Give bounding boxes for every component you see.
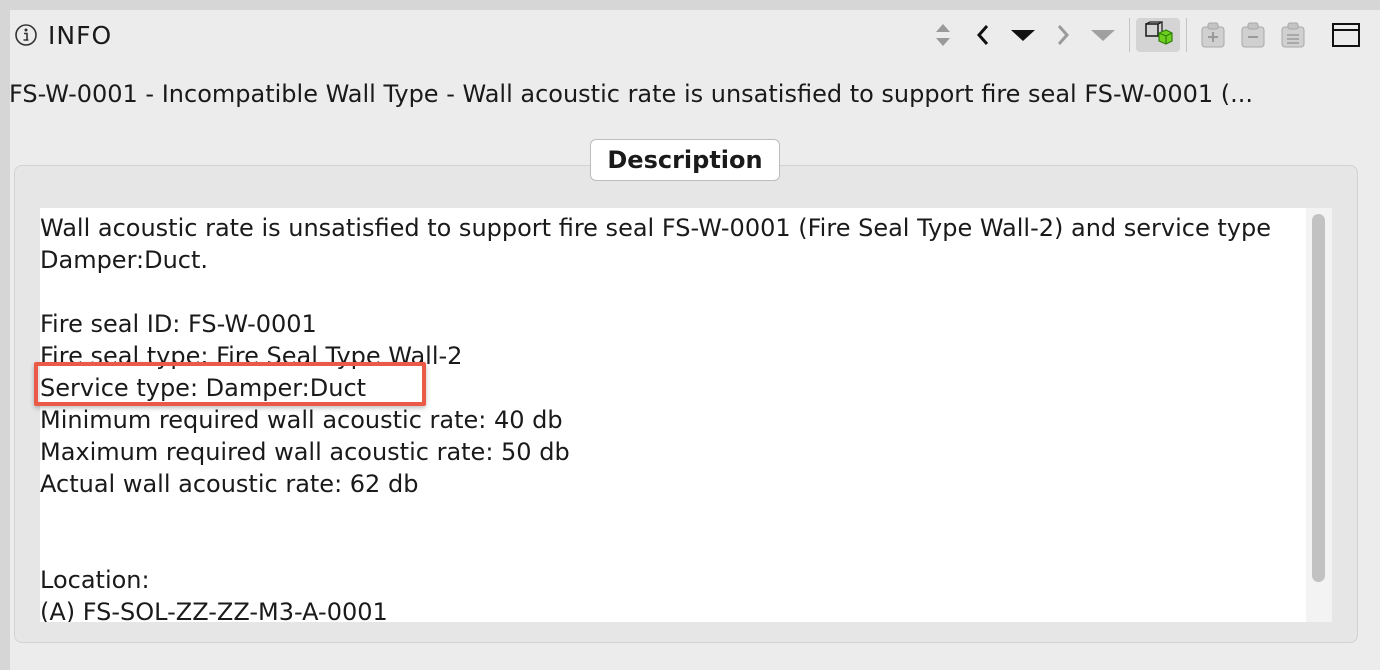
description-content: Wall acoustic rate is unsatisfied to sup…	[40, 212, 1295, 622]
panel-title: INFO	[48, 20, 113, 50]
toolbar-divider	[1319, 18, 1320, 52]
field-max-acoustic-rate: Maximum required wall acoustic rate: 50 …	[40, 438, 570, 466]
info-header: INFO	[14, 18, 112, 52]
3d-model-icon[interactable]	[1136, 18, 1180, 52]
add-issue-icon[interactable]	[1193, 18, 1233, 52]
scrollbar-thumb[interactable]	[1312, 214, 1325, 582]
remove-issue-icon[interactable]	[1233, 18, 1273, 52]
field-min-acoustic-rate: Minimum required wall acoustic rate: 40 …	[40, 406, 563, 434]
service-type-highlight-box	[34, 362, 426, 406]
triangle-down-disabled-icon[interactable]	[1083, 18, 1123, 52]
location-value: (A) FS-SOL-ZZ-ZZ-M3-A-0001	[40, 598, 388, 622]
info-icon	[14, 23, 38, 47]
list-issue-icon[interactable]	[1273, 18, 1313, 52]
description-group-label: Description	[590, 139, 780, 181]
field-fire-seal-id: Fire seal ID: FS-W-0001	[40, 310, 317, 338]
vertical-scrollbar[interactable]	[1306, 208, 1332, 622]
sort-updown-icon[interactable]	[923, 18, 963, 52]
toolbar-divider	[1129, 18, 1130, 52]
chevron-left-icon[interactable]	[963, 18, 1003, 52]
description-textarea[interactable]: Wall acoustic rate is unsatisfied to sup…	[40, 208, 1332, 622]
issue-title: FS-W-0001 - Incompatible Wall Type - Wal…	[9, 80, 1254, 108]
description-summary: Wall acoustic rate is unsatisfied to sup…	[40, 214, 1271, 274]
window-icon[interactable]	[1326, 18, 1366, 52]
field-actual-acoustic-rate: Actual wall acoustic rate: 62 db	[40, 470, 419, 498]
toolbar-divider	[1186, 18, 1187, 52]
chevron-right-icon[interactable]	[1043, 18, 1083, 52]
toolbar	[923, 18, 1366, 52]
location-label: Location:	[40, 566, 150, 594]
triangle-down-icon[interactable]	[1003, 18, 1043, 52]
